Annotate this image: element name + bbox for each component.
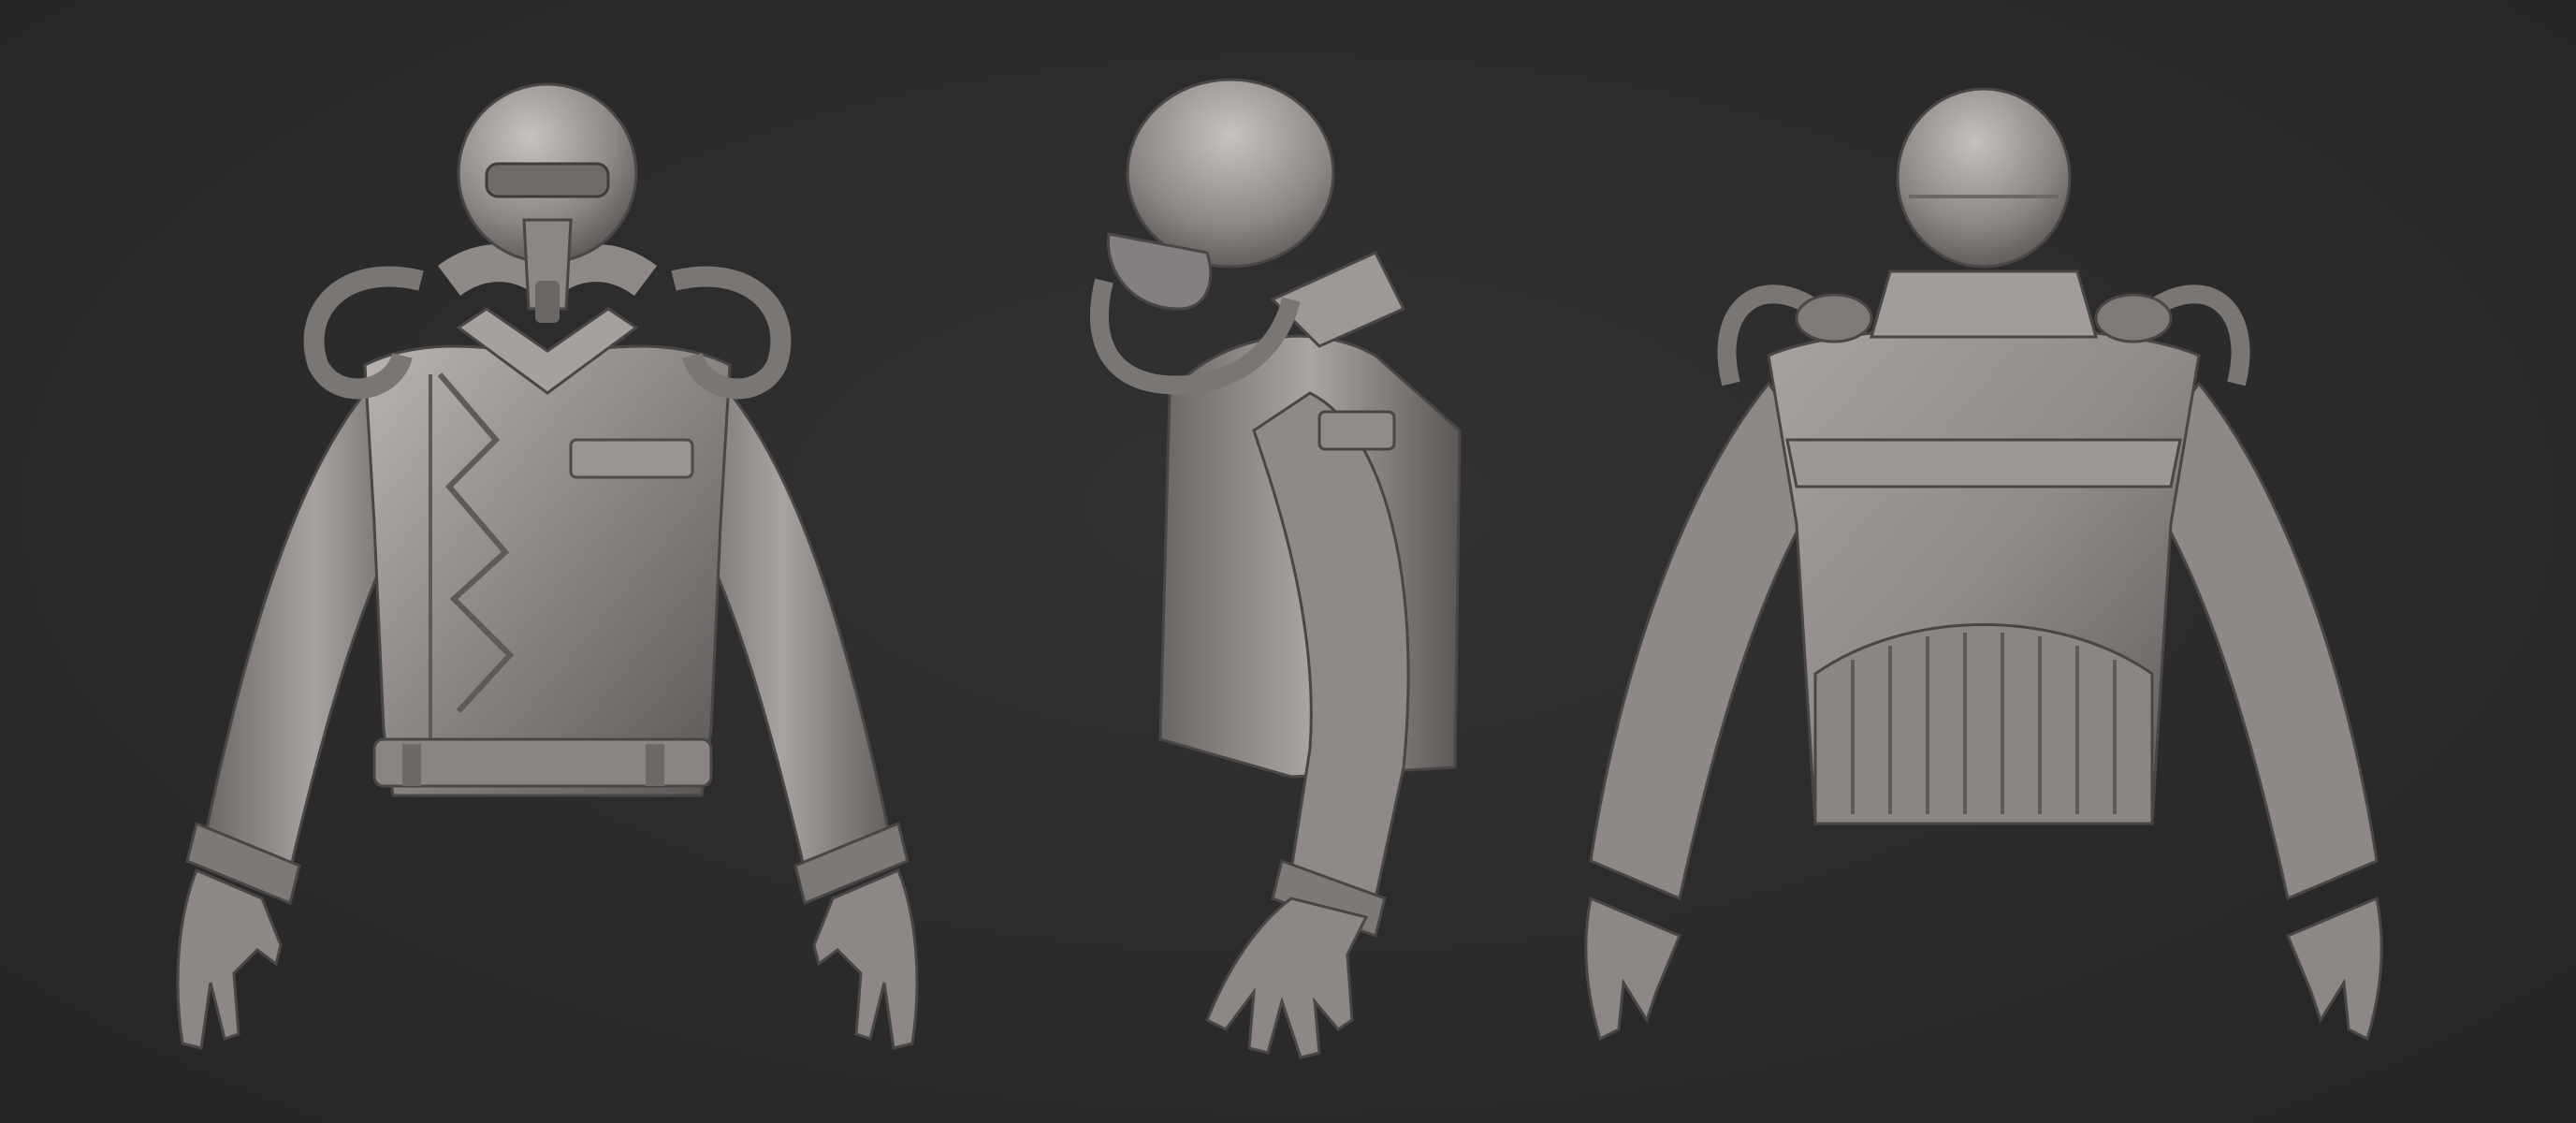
jacket-torso bbox=[363, 344, 732, 797]
side-view-sculpt bbox=[1090, 78, 1462, 1059]
front-view bbox=[84, 0, 1001, 1123]
back-view bbox=[1516, 0, 2452, 1123]
right-glove bbox=[812, 868, 919, 1050]
helmet bbox=[1126, 78, 1335, 269]
viewport-background bbox=[0, 0, 2576, 1123]
glove bbox=[1205, 897, 1369, 1059]
side-view bbox=[1067, 0, 1516, 1123]
sleeve-patch bbox=[1317, 410, 1396, 451]
back-view-sculpt bbox=[1584, 87, 2383, 1042]
front-view-sculpt bbox=[176, 82, 919, 1050]
ribbed-panel bbox=[1813, 623, 2154, 825]
visor bbox=[485, 162, 610, 198]
left-glove bbox=[176, 868, 283, 1050]
helmet bbox=[1896, 87, 2072, 269]
